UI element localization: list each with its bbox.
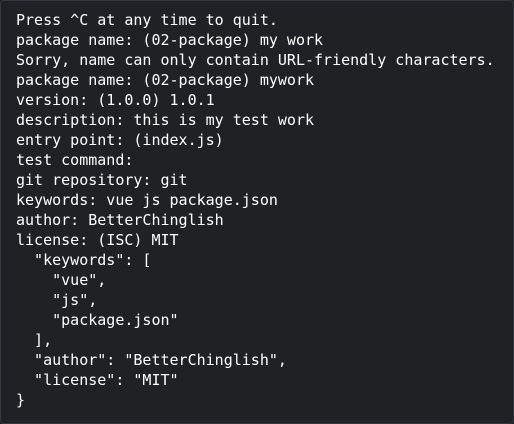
terminal-line: "package.json" [16, 311, 179, 329]
terminal-line: } [16, 391, 26, 409]
terminal-line: Sorry, name can only contain URL-friendl… [16, 51, 495, 69]
terminal-line: "keywords": [ [16, 251, 152, 269]
terminal-line: keywords: vue js package.json [16, 191, 278, 209]
terminal-line: description: this is my test work [16, 111, 315, 129]
terminal-line: "license": "MIT" [16, 371, 179, 389]
terminal-line: "js", [16, 291, 98, 309]
terminal-window[interactable]: Press ^C at any time to quit. package na… [0, 0, 514, 424]
terminal-line: package name: (02-package) mywork [16, 71, 315, 89]
terminal-line: git repository: git [16, 171, 188, 189]
terminal-line: test command: [16, 151, 134, 169]
terminal-line: entry point: (index.js) [16, 131, 224, 149]
terminal-line: ], [16, 331, 53, 349]
terminal-line: "author": "BetterChinglish", [16, 351, 287, 369]
terminal-line: Press ^C at any time to quit. [16, 11, 278, 29]
terminal-line: author: BetterChinglish [16, 211, 224, 229]
terminal-line: package name: (02-package) my work [16, 31, 324, 49]
terminal-line: "vue", [16, 271, 107, 289]
terminal-line: license: (ISC) MIT [16, 231, 179, 249]
terminal-line: version: (1.0.0) 1.0.1 [16, 91, 215, 109]
